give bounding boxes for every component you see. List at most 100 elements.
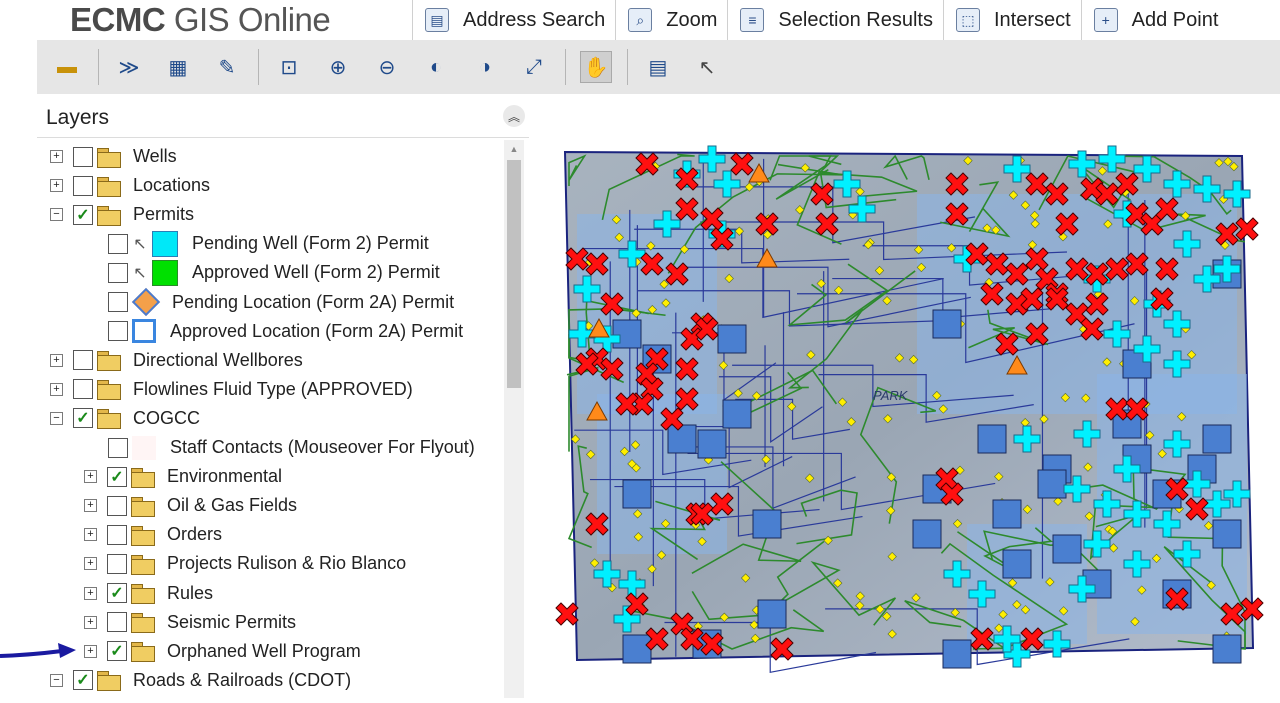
layer-row[interactable]: + Locations — [50, 171, 210, 200]
location-square — [912, 519, 942, 549]
layer-checkbox[interactable]: ✓ — [107, 583, 127, 603]
tab-selection-results[interactable]: ≡ Selection Results — [727, 0, 943, 40]
tab-zoom[interactable]: ⌕ Zoom — [615, 0, 727, 40]
legend-swatch — [132, 319, 156, 344]
zoom-extent-icon[interactable]: ⊡ — [273, 51, 305, 83]
zoom-next-icon[interactable]: ◑ — [469, 51, 501, 83]
expand-icon[interactable]: + — [50, 150, 63, 163]
layer-row[interactable]: ↖ Pending Well (Form 2) Permit — [108, 229, 429, 258]
layer-row[interactable]: + ✓ Orphaned Well Program — [84, 637, 361, 666]
layer-checkbox[interactable]: ✓ — [73, 204, 93, 225]
folder-icon — [97, 380, 121, 401]
layer-row[interactable]: − ✓ Permits — [50, 200, 194, 229]
map-canvas[interactable]: PARK — [537, 94, 1280, 698]
intersect-icon: ⬚ — [955, 8, 980, 32]
expand-icon[interactable]: + — [84, 499, 97, 513]
scroll-up-icon[interactable]: ▲ — [504, 140, 524, 158]
map-view[interactable]: PARK — [537, 94, 1280, 698]
layers-scrollbar[interactable]: ▲ — [504, 140, 524, 698]
layer-checkbox[interactable] — [107, 524, 127, 545]
layer-checkbox[interactable] — [107, 612, 127, 633]
address-search-icon: ▤ — [425, 8, 449, 32]
folder-icon — [97, 147, 121, 168]
location-square — [992, 499, 1022, 529]
layer-row[interactable]: + Directional Wellbores — [50, 346, 303, 375]
folder-icon — [131, 613, 155, 634]
layer-row[interactable]: + Oil & Gas Fields — [84, 491, 297, 520]
layer-checkbox[interactable] — [107, 495, 127, 516]
layer-checkbox[interactable] — [108, 292, 128, 312]
layer-row[interactable]: ↖ Approved Well (Form 2) Permit — [108, 258, 440, 287]
legend-swatch — [131, 287, 161, 317]
tab-address-search[interactable]: ▤ Address Search — [412, 0, 615, 40]
layer-checkbox[interactable] — [73, 379, 93, 400]
collapse-icon[interactable]: − — [50, 208, 63, 222]
location-square — [942, 639, 972, 669]
layer-checkbox[interactable]: ✓ — [73, 408, 93, 429]
location-square — [717, 324, 747, 354]
layer-label: Pending Location (Form 2A) Permit — [172, 291, 455, 312]
select-features-icon[interactable]: ▦ — [162, 51, 194, 83]
collapse-icon[interactable]: − — [50, 411, 63, 425]
location-square — [1037, 469, 1067, 499]
folder-icon — [97, 205, 121, 226]
layer-checkbox[interactable]: ✓ — [107, 641, 127, 662]
zoom-out-icon[interactable]: ⊖ — [371, 51, 403, 83]
layers-title: Layers — [46, 106, 110, 129]
expand-icon[interactable]: + — [84, 470, 97, 484]
layer-checkbox[interactable] — [73, 146, 93, 167]
layer-row[interactable]: − ✓ Roads & Railroads (CDOT) — [50, 666, 351, 695]
layer-checkbox[interactable] — [108, 262, 128, 283]
pointer-icon[interactable]: ↖ — [691, 51, 723, 83]
tab-intersect[interactable]: ⬚ Intersect — [942, 0, 1081, 40]
layer-row[interactable]: + Seismic Permits — [84, 608, 296, 637]
layer-row[interactable]: + Flowlines Fluid Type (APPROVED) — [50, 375, 413, 404]
collapse-icon[interactable]: − — [50, 673, 63, 687]
location-square — [757, 599, 787, 629]
zoom-in-icon[interactable]: ⊕ — [322, 51, 354, 83]
layer-row[interactable]: Approved Location (Form 2A) Permit — [108, 317, 463, 346]
layer-checkbox[interactable] — [108, 437, 128, 458]
layer-row[interactable]: + Wells — [50, 142, 177, 171]
layer-row[interactable]: Pending Location (Form 2A) Permit — [108, 287, 455, 317]
measure-ruler-icon[interactable]: ▬ — [51, 51, 83, 83]
layer-checkbox[interactable]: ✓ — [107, 466, 127, 487]
edit-selection-icon[interactable]: ✎ — [211, 51, 243, 83]
location-square — [1202, 424, 1232, 454]
layer-row[interactable]: + Projects Rulison & Rio Blanco — [84, 549, 406, 578]
pan-hand-icon[interactable]: ✋ — [580, 51, 612, 83]
layer-checkbox[interactable] — [73, 350, 93, 371]
expand-icon[interactable]: + — [50, 179, 63, 193]
layer-row[interactable]: + ✓ Environmental — [84, 462, 282, 491]
location-square — [722, 399, 752, 429]
export-layer-icon[interactable]: ▤ — [642, 51, 674, 83]
full-extent-icon[interactable]: ⤢ — [518, 51, 550, 83]
location-square — [752, 509, 782, 539]
draw-line-icon[interactable]: ≫ — [113, 51, 145, 83]
expand-icon[interactable]: + — [84, 644, 97, 658]
layer-checkbox[interactable] — [108, 233, 128, 254]
scroll-thumb[interactable] — [507, 160, 521, 388]
layer-row[interactable]: + Orders — [84, 520, 222, 549]
zoom-previous-icon[interactable]: ◐ — [420, 51, 452, 83]
layer-row[interactable]: Staff Contacts (Mouseover For Flyout) — [108, 433, 475, 462]
layer-label: Permits — [133, 204, 195, 225]
layer-row[interactable]: − ✓ COGCC — [50, 404, 200, 433]
expand-icon[interactable]: + — [50, 382, 63, 396]
tab-label: Selection Results — [778, 8, 933, 31]
toolbar-separator — [258, 49, 259, 85]
map-label-park: PARK — [873, 388, 909, 403]
layer-checkbox[interactable] — [73, 175, 93, 196]
expand-icon[interactable]: + — [84, 586, 97, 600]
layer-checkbox[interactable] — [107, 553, 127, 574]
layer-row[interactable]: + ✓ Rules — [84, 579, 213, 608]
tab-add-point[interactable]: + Add Point — [1080, 0, 1229, 40]
expand-icon[interactable]: + — [84, 615, 97, 629]
collapse-up-icon[interactable]: ︽ — [503, 105, 525, 127]
layer-checkbox[interactable]: ✓ — [73, 670, 93, 691]
expand-icon[interactable]: + — [84, 528, 97, 542]
layer-checkbox[interactable] — [108, 321, 128, 342]
location-square — [1002, 549, 1032, 579]
expand-icon[interactable]: + — [50, 353, 63, 367]
expand-icon[interactable]: + — [84, 557, 97, 571]
